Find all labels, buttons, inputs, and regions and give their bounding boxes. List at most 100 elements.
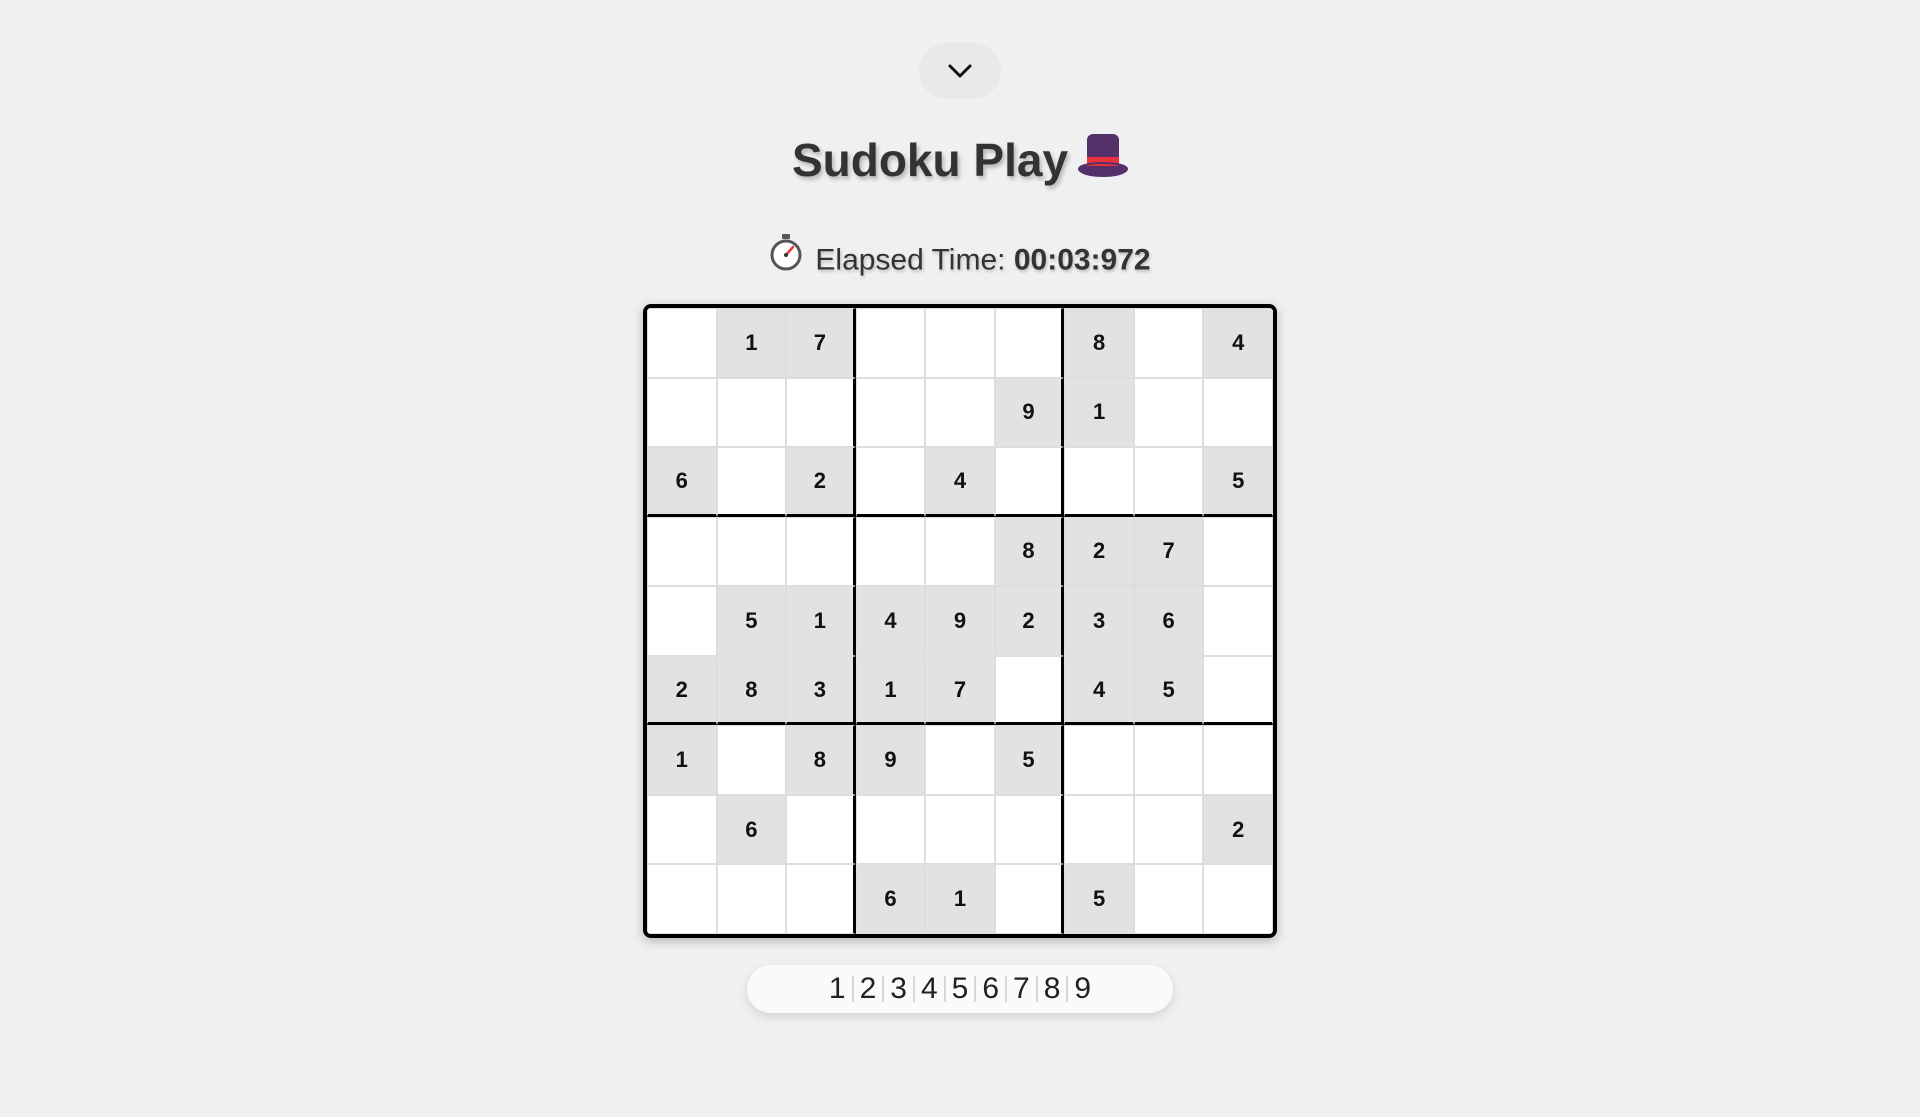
sudoku-cell[interactable]: 3	[786, 655, 856, 726]
sudoku-cell[interactable]	[647, 308, 717, 378]
sudoku-cell[interactable]: 9	[925, 586, 995, 656]
sudoku-cell[interactable]	[994, 794, 1065, 865]
sudoku-cell[interactable]: 1	[716, 308, 787, 378]
sudoku-cell[interactable]	[1203, 516, 1273, 587]
sudoku-cell[interactable]: 7	[925, 655, 995, 726]
sudoku-board: 178491624582751492362831745189562615	[643, 304, 1277, 938]
top-hat-icon	[1078, 130, 1129, 190]
sudoku-cell[interactable]	[716, 725, 787, 795]
sudoku-cell[interactable]	[716, 447, 787, 517]
sudoku-cell[interactable]: 6	[647, 447, 717, 517]
sudoku-cell[interactable]	[855, 377, 926, 448]
chevron-down-icon	[947, 63, 973, 79]
sudoku-cell[interactable]: 5	[1064, 864, 1134, 934]
sudoku-cell[interactable]: 8	[786, 725, 856, 795]
sudoku-cell[interactable]: 4	[1203, 308, 1273, 378]
sudoku-cell[interactable]	[1133, 725, 1204, 795]
sudoku-cell[interactable]: 5	[1203, 447, 1273, 517]
sudoku-cell[interactable]: 4	[855, 586, 926, 656]
sudoku-cell[interactable]	[716, 864, 787, 934]
sudoku-cell[interactable]	[716, 377, 787, 448]
page-title: Sudoku Play	[791, 134, 1069, 186]
sudoku-cell[interactable]	[1064, 725, 1134, 795]
sudoku-cell[interactable]: 2	[994, 586, 1065, 656]
sudoku-cell[interactable]: 5	[1133, 655, 1204, 726]
timer-label: Elapsed Time:	[815, 243, 1006, 277]
sudoku-cell[interactable]	[647, 864, 717, 934]
sudoku-cell[interactable]: 4	[1064, 655, 1134, 726]
sudoku-cell[interactable]: 6	[855, 864, 926, 934]
number-button-3[interactable]: 3	[884, 969, 913, 1009]
sudoku-cell[interactable]: 2	[1203, 794, 1273, 865]
sudoku-cell[interactable]	[1133, 794, 1204, 865]
sudoku-cell[interactable]	[994, 864, 1065, 934]
sudoku-cell[interactable]: 7	[1133, 516, 1204, 587]
sudoku-cell[interactable]	[1064, 794, 1134, 865]
sudoku-cell[interactable]: 4	[925, 447, 995, 517]
sudoku-cell[interactable]: 8	[1064, 308, 1134, 378]
sudoku-cell[interactable]	[855, 516, 926, 587]
sudoku-cell[interactable]	[1203, 725, 1273, 795]
sudoku-cell[interactable]: 2	[1064, 516, 1134, 587]
number-button-9[interactable]: 9	[1068, 969, 1097, 1009]
sudoku-cell[interactable]: 8	[994, 516, 1065, 587]
number-button-2[interactable]: 2	[854, 969, 883, 1009]
elapsed-timer: Elapsed Time: 00:03:972	[0, 233, 1920, 287]
number-button-6[interactable]: 6	[976, 969, 1005, 1009]
sudoku-cell[interactable]	[994, 655, 1065, 726]
sudoku-cell[interactable]	[647, 377, 717, 448]
sudoku-cell[interactable]	[786, 516, 856, 587]
sudoku-cell[interactable]: 9	[855, 725, 926, 795]
sudoku-cell[interactable]: 1	[925, 864, 995, 934]
collapse-toggle-button[interactable]	[919, 43, 1001, 99]
sudoku-cell[interactable]: 5	[716, 586, 787, 656]
sudoku-cell[interactable]: 8	[716, 655, 787, 726]
sudoku-cell[interactable]	[1133, 447, 1204, 517]
sudoku-cell[interactable]	[647, 794, 717, 865]
sudoku-cell[interactable]	[1133, 864, 1204, 934]
sudoku-cell[interactable]: 2	[647, 655, 717, 726]
sudoku-cell[interactable]	[925, 794, 995, 865]
number-button-8[interactable]: 8	[1038, 969, 1067, 1009]
number-button-1[interactable]: 1	[823, 969, 852, 1009]
sudoku-cell[interactable]	[925, 377, 995, 448]
sudoku-cell[interactable]: 1	[855, 655, 926, 726]
sudoku-cell[interactable]	[1133, 308, 1204, 378]
number-button-4[interactable]: 4	[915, 969, 944, 1009]
sudoku-cell[interactable]: 1	[786, 586, 856, 656]
sudoku-cell[interactable]	[647, 516, 717, 587]
sudoku-cell[interactable]: 6	[1133, 586, 1204, 656]
sudoku-cell[interactable]	[1203, 377, 1273, 448]
sudoku-cell[interactable]: 9	[994, 377, 1065, 448]
sudoku-cell[interactable]	[855, 308, 926, 378]
sudoku-cell[interactable]	[994, 447, 1065, 517]
stopwatch-icon	[769, 233, 803, 284]
sudoku-cell[interactable]: 3	[1064, 586, 1134, 656]
sudoku-cell[interactable]	[994, 308, 1065, 378]
sudoku-cell[interactable]	[1203, 655, 1273, 726]
number-picker: 123456789	[747, 965, 1173, 1013]
sudoku-cell[interactable]: 1	[1064, 377, 1134, 448]
sudoku-page: Sudoku Play Elapsed Time: 00:03:972 1784…	[0, 0, 1920, 1117]
sudoku-cell[interactable]	[1064, 447, 1134, 517]
sudoku-cell[interactable]	[855, 447, 926, 517]
sudoku-cell[interactable]	[647, 586, 717, 656]
sudoku-cell[interactable]	[1203, 864, 1273, 934]
sudoku-cell[interactable]: 7	[786, 308, 856, 378]
sudoku-cell[interactable]	[925, 725, 995, 795]
sudoku-cell[interactable]: 5	[994, 725, 1065, 795]
number-button-7[interactable]: 7	[1007, 969, 1036, 1009]
sudoku-cell[interactable]: 6	[716, 794, 787, 865]
sudoku-cell[interactable]	[1133, 377, 1204, 448]
number-button-5[interactable]: 5	[946, 969, 975, 1009]
sudoku-cell[interactable]	[925, 308, 995, 378]
sudoku-cell[interactable]	[855, 794, 926, 865]
sudoku-cell[interactable]	[716, 516, 787, 587]
sudoku-cell[interactable]	[786, 794, 856, 865]
sudoku-cell[interactable]: 1	[647, 725, 717, 795]
sudoku-cell[interactable]	[786, 864, 856, 934]
sudoku-cell[interactable]	[925, 516, 995, 587]
sudoku-cell[interactable]	[1203, 586, 1273, 656]
sudoku-cell[interactable]	[786, 377, 856, 448]
sudoku-cell[interactable]: 2	[786, 447, 856, 517]
